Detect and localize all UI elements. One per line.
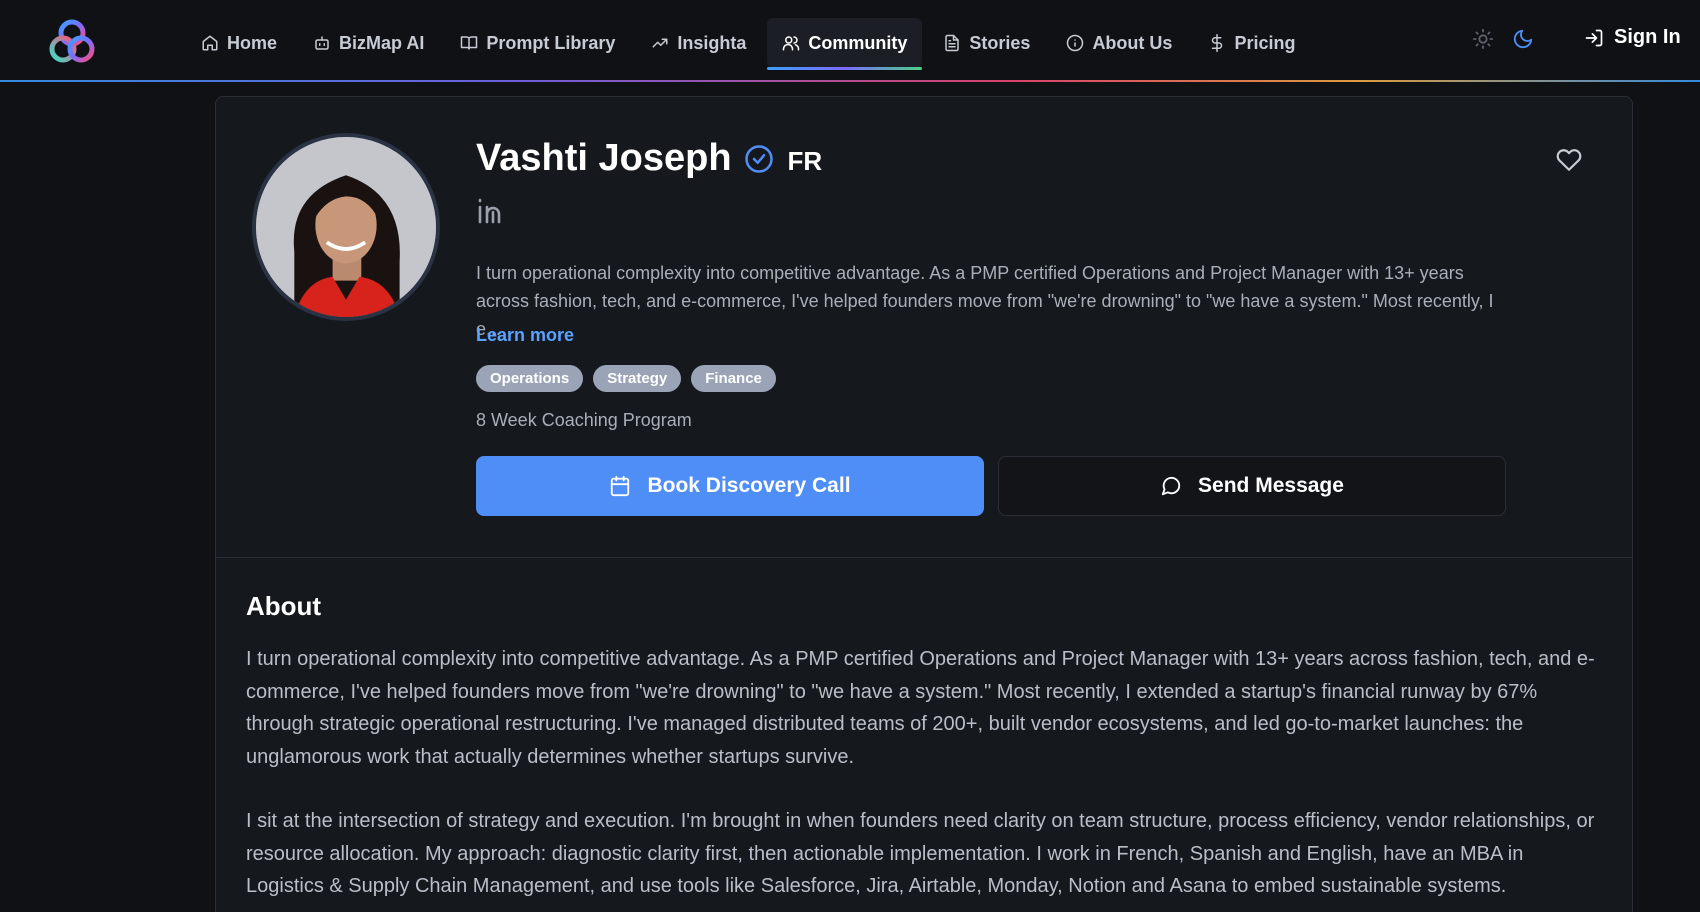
trending-up-icon <box>652 38 668 48</box>
book-call-label: Book Discovery Call <box>647 474 851 497</box>
moon-icon[interactable] <box>1512 28 1534 50</box>
nav-about-us[interactable]: About Us <box>1051 18 1187 68</box>
nav-prompt-library[interactable]: Prompt Library <box>445 18 630 68</box>
linkedin-icon[interactable] <box>476 197 506 225</box>
sun-icon[interactable] <box>1472 28 1494 50</box>
send-message-label: Send Message <box>1198 474 1344 497</box>
send-message-button[interactable]: Send Message <box>998 456 1506 516</box>
tag-operations: Operations <box>476 365 584 392</box>
profile-name: Vashti Joseph <box>476 137 732 179</box>
dollar-icon <box>1212 34 1223 52</box>
home-icon <box>202 35 218 51</box>
nav-stories[interactable]: Stories <box>928 18 1045 68</box>
tag-finance: Finance <box>691 365 776 392</box>
expertise-tags: Operations Strategy Finance <box>476 365 776 392</box>
nav-home-label: Home <box>227 32 278 53</box>
language-badge: FR <box>787 146 823 176</box>
about-heading: About <box>246 591 322 621</box>
section-divider <box>216 557 1632 558</box>
nav-about-us-label: About Us <box>1092 32 1173 53</box>
info-icon <box>1067 34 1084 52</box>
heart-icon[interactable] <box>1556 147 1582 173</box>
tag-strategy: Strategy <box>593 365 682 392</box>
nav-pricing[interactable]: Pricing <box>1193 18 1310 68</box>
bio-preview: I turn operational complexity into compe… <box>476 263 1494 339</box>
program-label: 8 Week Coaching Program <box>476 410 692 430</box>
bot-icon <box>315 36 329 50</box>
nav-home[interactable]: Home <box>186 18 292 68</box>
message-circle-icon <box>1161 476 1181 496</box>
profile-photo <box>256 137 436 317</box>
nav-pricing-label: Pricing <box>1234 32 1296 53</box>
about-body: I turn operational complexity into compe… <box>246 643 1606 903</box>
nav-insighta-label: Insighta <box>677 32 747 53</box>
calendar-icon <box>611 475 630 497</box>
nav-bizmap-ai[interactable]: BizMap AI <box>298 18 439 68</box>
users-icon <box>783 36 800 51</box>
nav-prompt-library-label: Prompt Library <box>486 32 616 53</box>
main-nav: Home BizMap AI Prompt Library Insighta C… <box>186 18 1316 70</box>
profile-card: Vashti Joseph FR I turn operational comp… <box>215 96 1633 912</box>
brand-logo-icon[interactable] <box>44 14 100 70</box>
name-row: Vashti Joseph FR <box>476 137 822 180</box>
book-discovery-call-button[interactable]: Book Discovery Call <box>476 456 984 516</box>
nav-stories-label: Stories <box>969 32 1031 53</box>
book-icon <box>461 36 478 50</box>
verified-badge-icon <box>744 144 773 173</box>
log-in-icon <box>1585 29 1603 46</box>
learn-more-link[interactable]: Learn more <box>476 325 574 346</box>
nav-insighta[interactable]: Insighta <box>636 18 761 68</box>
nav-bizmap-label: BizMap AI <box>339 32 425 53</box>
about-paragraph-2: I sit at the intersection of strategy an… <box>246 810 1595 897</box>
top-navbar: Home BizMap AI Prompt Library Insighta C… <box>0 0 1700 82</box>
sign-in-label: Sign In <box>1614 26 1681 48</box>
nav-community-label: Community <box>808 32 908 53</box>
sign-in-button[interactable]: Sign In <box>1584 26 1681 49</box>
about-paragraph-1: I turn operational complexity into compe… <box>246 648 1595 768</box>
nav-community[interactable]: Community <box>767 18 923 70</box>
avatar <box>252 133 440 321</box>
file-text-icon <box>945 34 960 52</box>
